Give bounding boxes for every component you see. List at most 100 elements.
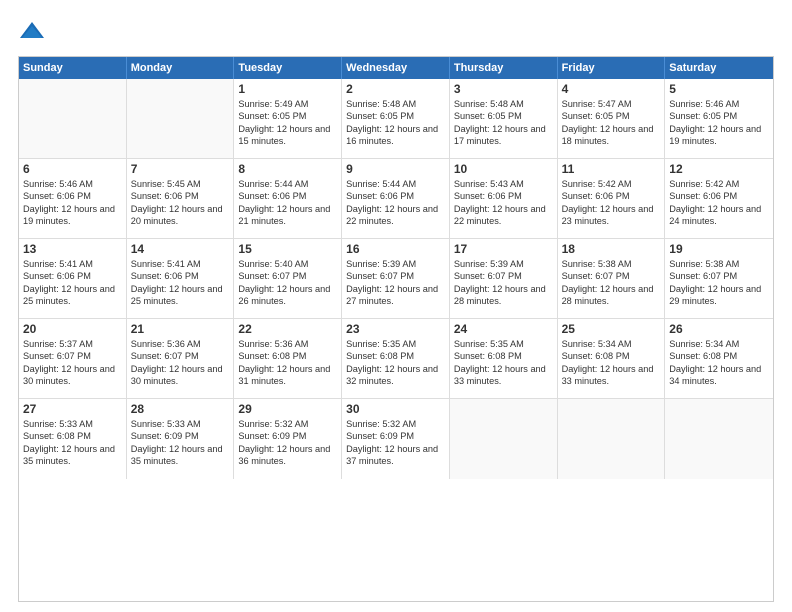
day-number: 25 (562, 322, 661, 336)
calendar-cell: 28 Sunrise: 5:33 AM Sunset: 6:09 PM Dayli… (127, 399, 235, 479)
day-number: 30 (346, 402, 445, 416)
day-number: 22 (238, 322, 337, 336)
logo (18, 18, 48, 46)
header (18, 18, 774, 46)
weekday-header: Saturday (665, 57, 773, 79)
calendar-cell (127, 79, 235, 158)
weekday-header: Friday (558, 57, 666, 79)
calendar-cell: 29 Sunrise: 5:32 AM Sunset: 6:09 PM Dayli… (234, 399, 342, 479)
day-number: 7 (131, 162, 230, 176)
day-number: 23 (346, 322, 445, 336)
weekday-header: Sunday (19, 57, 127, 79)
day-info: Sunrise: 5:36 AM Sunset: 6:08 PM Dayligh… (238, 338, 337, 388)
day-number: 14 (131, 242, 230, 256)
day-info: Sunrise: 5:38 AM Sunset: 6:07 PM Dayligh… (669, 258, 769, 308)
day-number: 5 (669, 82, 769, 96)
calendar-cell: 6 Sunrise: 5:46 AM Sunset: 6:06 PM Daylig… (19, 159, 127, 238)
weekday-header: Monday (127, 57, 235, 79)
weekday-header: Tuesday (234, 57, 342, 79)
calendar-cell: 11 Sunrise: 5:42 AM Sunset: 6:06 PM Dayli… (558, 159, 666, 238)
day-info: Sunrise: 5:47 AM Sunset: 6:05 PM Dayligh… (562, 98, 661, 148)
day-info: Sunrise: 5:41 AM Sunset: 6:06 PM Dayligh… (23, 258, 122, 308)
calendar-cell: 27 Sunrise: 5:33 AM Sunset: 6:08 PM Dayli… (19, 399, 127, 479)
day-info: Sunrise: 5:37 AM Sunset: 6:07 PM Dayligh… (23, 338, 122, 388)
calendar-cell: 5 Sunrise: 5:46 AM Sunset: 6:05 PM Daylig… (665, 79, 773, 158)
day-info: Sunrise: 5:34 AM Sunset: 6:08 PM Dayligh… (669, 338, 769, 388)
calendar-row: 27 Sunrise: 5:33 AM Sunset: 6:08 PM Dayli… (19, 399, 773, 479)
day-info: Sunrise: 5:48 AM Sunset: 6:05 PM Dayligh… (346, 98, 445, 148)
calendar-cell: 10Sunrise: 5:43 AM Sunset: 6:06 PM Dayli… (450, 159, 558, 238)
day-number: 1 (238, 82, 337, 96)
calendar-row: 6 Sunrise: 5:46 AM Sunset: 6:06 PM Daylig… (19, 159, 773, 239)
calendar-cell: 20 Sunrise: 5:37 AM Sunset: 6:07 PM Dayli… (19, 319, 127, 398)
day-number: 21 (131, 322, 230, 336)
calendar-cell: 3 Sunrise: 5:48 AM Sunset: 6:05 PM Daylig… (450, 79, 558, 158)
calendar-header: SundayMondayTuesdayWednesdayThursdayFrid… (19, 57, 773, 79)
day-number: 13 (23, 242, 122, 256)
calendar-cell: 13 Sunrise: 5:41 AM Sunset: 6:06 PM Dayli… (19, 239, 127, 318)
logo-icon (18, 18, 46, 46)
day-info: Sunrise: 5:48 AM Sunset: 6:05 PM Dayligh… (454, 98, 553, 148)
calendar-row: 1Sunrise: 5:49 AM Sunset: 6:05 PM Daylig… (19, 79, 773, 159)
day-info: Sunrise: 5:43 AM Sunset: 6:06 PM Dayligh… (454, 178, 553, 228)
day-info: Sunrise: 5:32 AM Sunset: 6:09 PM Dayligh… (238, 418, 337, 468)
calendar-cell: 2 Sunrise: 5:48 AM Sunset: 6:05 PM Daylig… (342, 79, 450, 158)
calendar-row: 13 Sunrise: 5:41 AM Sunset: 6:06 PM Dayli… (19, 239, 773, 319)
day-info: Sunrise: 5:32 AM Sunset: 6:09 PM Dayligh… (346, 418, 445, 468)
day-number: 26 (669, 322, 769, 336)
calendar-cell (19, 79, 127, 158)
day-number: 8 (238, 162, 337, 176)
calendar-cell: 26 Sunrise: 5:34 AM Sunset: 6:08 PM Dayli… (665, 319, 773, 398)
day-info: Sunrise: 5:42 AM Sunset: 6:06 PM Dayligh… (669, 178, 769, 228)
calendar-cell: 21Sunrise: 5:36 AM Sunset: 6:07 PM Dayli… (127, 319, 235, 398)
calendar-cell: 24Sunrise: 5:35 AM Sunset: 6:08 PM Dayli… (450, 319, 558, 398)
calendar-cell: 19 Sunrise: 5:38 AM Sunset: 6:07 PM Dayli… (665, 239, 773, 318)
calendar-cell: 17 Sunrise: 5:39 AM Sunset: 6:07 PM Dayli… (450, 239, 558, 318)
calendar: SundayMondayTuesdayWednesdayThursdayFrid… (18, 56, 774, 602)
calendar-cell: 8Sunrise: 5:44 AM Sunset: 6:06 PM Daylig… (234, 159, 342, 238)
day-info: Sunrise: 5:38 AM Sunset: 6:07 PM Dayligh… (562, 258, 661, 308)
day-number: 19 (669, 242, 769, 256)
day-info: Sunrise: 5:44 AM Sunset: 6:06 PM Dayligh… (346, 178, 445, 228)
day-number: 29 (238, 402, 337, 416)
day-number: 2 (346, 82, 445, 96)
day-number: 6 (23, 162, 122, 176)
calendar-cell (450, 399, 558, 479)
day-number: 15 (238, 242, 337, 256)
weekday-header: Thursday (450, 57, 558, 79)
day-info: Sunrise: 5:33 AM Sunset: 6:09 PM Dayligh… (131, 418, 230, 468)
day-number: 20 (23, 322, 122, 336)
calendar-cell: 15 Sunrise: 5:40 AM Sunset: 6:07 PM Dayli… (234, 239, 342, 318)
calendar-cell: 25 Sunrise: 5:34 AM Sunset: 6:08 PM Dayli… (558, 319, 666, 398)
day-number: 3 (454, 82, 553, 96)
day-number: 9 (346, 162, 445, 176)
calendar-row: 20 Sunrise: 5:37 AM Sunset: 6:07 PM Dayli… (19, 319, 773, 399)
calendar-body: 1Sunrise: 5:49 AM Sunset: 6:05 PM Daylig… (19, 79, 773, 479)
day-info: Sunrise: 5:42 AM Sunset: 6:06 PM Dayligh… (562, 178, 661, 228)
day-info: Sunrise: 5:40 AM Sunset: 6:07 PM Dayligh… (238, 258, 337, 308)
calendar-cell: 1Sunrise: 5:49 AM Sunset: 6:05 PM Daylig… (234, 79, 342, 158)
page: SundayMondayTuesdayWednesdayThursdayFrid… (0, 0, 792, 612)
day-info: Sunrise: 5:34 AM Sunset: 6:08 PM Dayligh… (562, 338, 661, 388)
day-info: Sunrise: 5:45 AM Sunset: 6:06 PM Dayligh… (131, 178, 230, 228)
day-number: 16 (346, 242, 445, 256)
day-number: 12 (669, 162, 769, 176)
calendar-cell: 23 Sunrise: 5:35 AM Sunset: 6:08 PM Dayli… (342, 319, 450, 398)
day-info: Sunrise: 5:33 AM Sunset: 6:08 PM Dayligh… (23, 418, 122, 468)
calendar-cell: 4 Sunrise: 5:47 AM Sunset: 6:05 PM Daylig… (558, 79, 666, 158)
day-number: 28 (131, 402, 230, 416)
day-info: Sunrise: 5:46 AM Sunset: 6:06 PM Dayligh… (23, 178, 122, 228)
day-number: 11 (562, 162, 661, 176)
day-number: 17 (454, 242, 553, 256)
calendar-cell: 12 Sunrise: 5:42 AM Sunset: 6:06 PM Dayli… (665, 159, 773, 238)
day-info: Sunrise: 5:39 AM Sunset: 6:07 PM Dayligh… (454, 258, 553, 308)
day-info: Sunrise: 5:35 AM Sunset: 6:08 PM Dayligh… (346, 338, 445, 388)
day-number: 4 (562, 82, 661, 96)
calendar-cell: 14Sunrise: 5:41 AM Sunset: 6:06 PM Dayli… (127, 239, 235, 318)
day-number: 18 (562, 242, 661, 256)
calendar-cell: 18 Sunrise: 5:38 AM Sunset: 6:07 PM Dayli… (558, 239, 666, 318)
day-info: Sunrise: 5:46 AM Sunset: 6:05 PM Dayligh… (669, 98, 769, 148)
calendar-cell: 9 Sunrise: 5:44 AM Sunset: 6:06 PM Daylig… (342, 159, 450, 238)
calendar-cell (665, 399, 773, 479)
day-number: 27 (23, 402, 122, 416)
